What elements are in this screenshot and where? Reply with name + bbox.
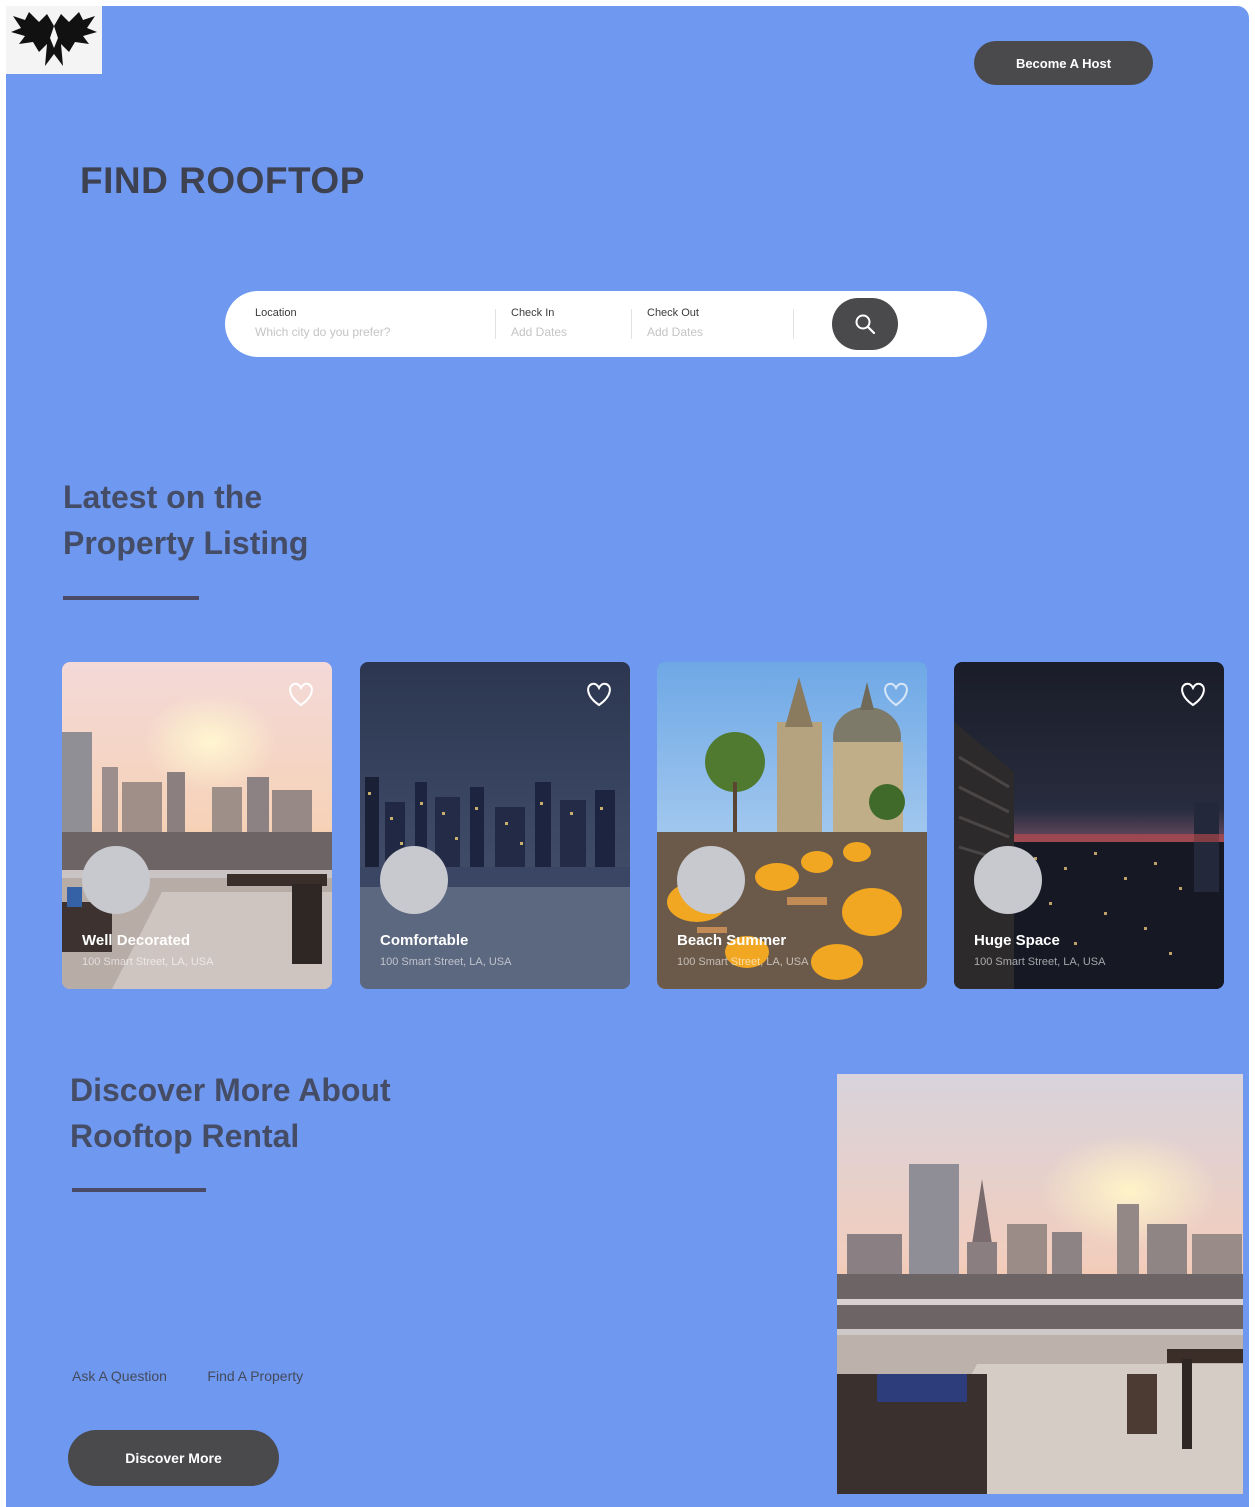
card-title: Huge Space — [974, 932, 1060, 949]
discover-heading: Discover More About Rooftop Rental — [70, 1067, 391, 1159]
checkin-label: Check In — [511, 307, 555, 319]
card-address: 100 Smart Street, LA, USA — [974, 956, 1106, 968]
checkout-input[interactable] — [647, 325, 757, 339]
ask-question-link[interactable]: Ask A Question — [72, 1368, 167, 1384]
listing-heading-line2: Property Listing — [63, 525, 309, 561]
search-icon — [855, 314, 876, 335]
search-bar: Location Check In Check Out — [225, 291, 987, 357]
card-address: 100 Smart Street, LA, USA — [677, 956, 809, 968]
discover-more-button[interactable]: Discover More — [68, 1430, 279, 1486]
location-input[interactable] — [255, 325, 435, 339]
search-button[interactable] — [832, 298, 898, 350]
eagle-logo-icon — [11, 12, 97, 66]
host-avatar — [82, 846, 150, 914]
page-title: FIND ROOFTOP — [80, 160, 365, 201]
card-address: 100 Smart Street, LA, USA — [82, 956, 214, 968]
search-divider — [631, 309, 632, 339]
card-title: Well Decorated — [82, 932, 191, 949]
heading-underline — [72, 1188, 206, 1192]
property-card[interactable]: Huge Space 100 Smart Street, LA, USA — [954, 662, 1224, 989]
favorite-heart-icon[interactable] — [286, 680, 316, 713]
find-property-link[interactable]: Find A Property — [207, 1368, 303, 1384]
discover-links: Ask A Question Find A Property — [72, 1368, 339, 1386]
property-card[interactable]: Beach Summer 100 Smart Street, LA, USA — [657, 662, 927, 989]
favorite-heart-icon[interactable] — [881, 680, 911, 713]
checkin-input[interactable] — [511, 325, 621, 339]
brand-logo[interactable] — [6, 6, 102, 74]
discover-heading-line1: Discover More About — [70, 1072, 391, 1108]
listing-heading: Latest on the Property Listing — [63, 474, 308, 566]
property-card[interactable]: Comfortable 100 Smart Street, LA, USA — [360, 662, 630, 989]
checkin-field[interactable]: Check In — [511, 307, 621, 341]
checkout-label: Check Out — [647, 307, 699, 319]
checkout-field[interactable]: Check Out — [647, 307, 757, 341]
host-avatar — [380, 846, 448, 914]
card-address: 100 Smart Street, LA, USA — [380, 956, 512, 968]
host-avatar — [974, 846, 1042, 914]
become-host-button[interactable]: Become A Host — [974, 41, 1153, 85]
discover-heading-line2: Rooftop Rental — [70, 1118, 300, 1154]
host-avatar — [677, 846, 745, 914]
property-card[interactable]: Well Decorated 100 Smart Street, LA, USA — [62, 662, 332, 989]
favorite-heart-icon[interactable] — [1178, 680, 1208, 713]
card-title: Comfortable — [380, 932, 469, 949]
favorite-heart-icon[interactable] — [584, 680, 614, 713]
card-title: Beach Summer — [677, 932, 787, 949]
listing-heading-line1: Latest on the — [63, 479, 263, 515]
location-field[interactable]: Location — [255, 307, 435, 341]
search-divider — [495, 309, 496, 339]
search-divider — [793, 309, 794, 339]
location-label: Location — [255, 307, 297, 319]
rooftop-photo — [837, 1074, 1243, 1494]
feature-photo — [837, 1074, 1243, 1494]
heading-underline — [63, 596, 199, 600]
